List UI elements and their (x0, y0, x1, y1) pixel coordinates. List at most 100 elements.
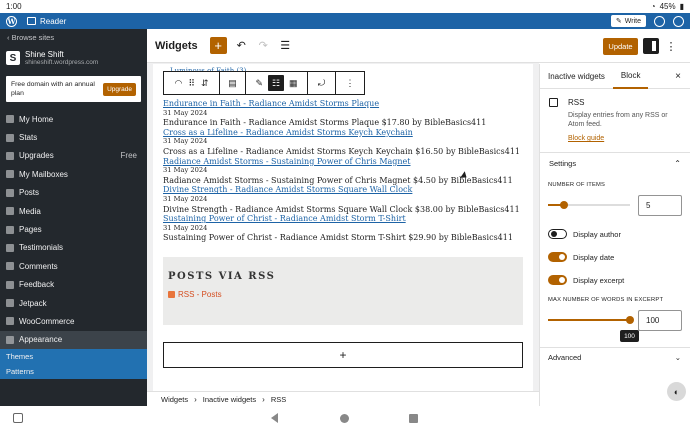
rss-item-link[interactable]: Endurance in Faith - Radiance Amidst Sto… (163, 99, 523, 109)
sidebar-item-upgrades[interactable]: Upgrades Free (0, 147, 147, 165)
testimonials-icon (6, 243, 14, 252)
slider-thumb[interactable] (626, 316, 634, 324)
sidebar-item-woocommerce[interactable]: WooCommerce (0, 312, 147, 330)
add-block-button[interactable]: + (209, 37, 227, 54)
advanced-section-toggle[interactable]: Advanced ⌄ (539, 347, 690, 367)
sidebar-subitem-themes[interactable]: Themes (0, 349, 147, 365)
list-view-icon[interactable]: ☰ (278, 38, 293, 53)
list-item: Cross as a Lifeline - Radiance Amidst St… (163, 128, 523, 157)
site-url: shineshift.wordpress.com (25, 59, 99, 66)
rss-item-link[interactable]: Cross as a Lifeline - Radiance Amidst St… (163, 128, 523, 138)
media-icon (6, 207, 14, 216)
sidebar-item-testimonials[interactable]: Testimonials (0, 239, 147, 257)
rss-icon (549, 98, 558, 107)
tab-block[interactable]: Block (612, 64, 649, 89)
drag-handle-icon[interactable]: ⠿ (188, 78, 195, 89)
notifications-icon[interactable] (673, 15, 684, 27)
rss-item-date: 31 May 2024 (163, 108, 208, 117)
block-type-group: ◠ ⠿ ⇵ (164, 72, 220, 94)
settings-section-toggle[interactable]: Settings ⌃ (540, 153, 690, 173)
rss-item-link[interactable]: Divine Strength - Radiance Amidst Storms… (163, 185, 523, 195)
max-words-input[interactable]: 100 (638, 310, 682, 331)
edit-url-icon[interactable]: ✎ (255, 78, 263, 89)
block-description: Display entries from any RSS or Atom fee… (568, 112, 668, 128)
browse-sites-link[interactable]: ‹ Browse sites (0, 29, 147, 46)
sidebar-item-media[interactable]: Media (0, 202, 147, 220)
number-of-items-slider[interactable] (548, 201, 630, 209)
max-words-label: Max number of words in excerpt (548, 297, 664, 303)
display-date-toggle[interactable] (548, 252, 567, 262)
sidebar-item-stats[interactable]: Stats (0, 128, 147, 146)
more-options-icon[interactable]: ⋮ (663, 38, 679, 54)
rss-item-link[interactable]: Sustaining Power of Christ - Radiance Am… (163, 214, 523, 224)
upgrade-promo: Free domain with an annual plan Upgrade (6, 76, 141, 102)
list-item: Endurance in Faith - Radiance Amidst Sto… (163, 99, 523, 128)
undo-icon[interactable]: ↶ (234, 38, 249, 53)
sidebar-item-appearance[interactable]: Appearance (0, 330, 147, 350)
sidebar-item-jetpack[interactable]: Jetpack (0, 294, 147, 312)
sidebar-item-my-mailboxes[interactable]: My Mailboxes (0, 165, 147, 183)
breadcrumb-widgets[interactable]: Widgets (161, 395, 188, 404)
sidebar-subitem-patterns[interactable]: Patterns (0, 364, 147, 380)
clock: 1:00 (6, 2, 22, 11)
app-home-icon[interactable] (13, 413, 23, 423)
tab-inactive-widgets[interactable]: Inactive widgets (540, 64, 613, 89)
stats-icon (6, 133, 14, 142)
posts-via-rss-widget[interactable]: Posts via RSS RSS - Posts (163, 257, 523, 325)
max-words-slider[interactable] (548, 316, 634, 324)
sidebar-item-my-home[interactable]: My Home (0, 110, 147, 128)
feedback-icon (6, 280, 14, 289)
block-options-icon[interactable]: ⋮ (336, 72, 364, 94)
add-block-appender[interactable]: + (163, 342, 523, 368)
breadcrumb-rss[interactable]: RSS (271, 395, 286, 404)
widget-heading: Posts via RSS (168, 271, 276, 282)
brush-icon (6, 335, 14, 344)
sidebar-item-comments[interactable]: Comments (0, 257, 147, 275)
upgrades-icon (6, 151, 14, 160)
battery-icon: ▮ (679, 2, 684, 11)
close-icon[interactable]: × (675, 71, 681, 82)
profile-icon[interactable] (654, 15, 665, 27)
grid-view-icon[interactable]: ▦ (289, 78, 298, 89)
align-icon[interactable]: ▤ (220, 72, 246, 94)
rss-item-link[interactable]: Radiance Amidst Storms - Sustaining Powe… (163, 157, 523, 167)
number-of-items-input[interactable]: 5 (638, 195, 682, 216)
list-view-toggle-icon[interactable]: ☷ (268, 75, 285, 91)
breadcrumb-inactive-widgets[interactable]: Inactive widgets (203, 395, 256, 404)
rss-posts-label: RSS - Posts (178, 290, 222, 299)
settings-label: Settings (549, 158, 577, 168)
toggle-knob (559, 254, 565, 260)
block-guide-link[interactable]: Block guide (568, 135, 680, 142)
display-excerpt-toggle[interactable] (548, 275, 567, 285)
block-card: RSS Display entries from any RSS or Atom… (540, 89, 690, 153)
display-author-toggle[interactable] (548, 229, 567, 239)
sidebar-item-label: Appearance (19, 335, 63, 345)
upgrade-button[interactable]: Upgrade (103, 82, 136, 96)
home-icon[interactable] (340, 414, 349, 423)
transform-icon[interactable]: ⤾ (308, 72, 336, 94)
sidebar-item-pages[interactable]: Pages (0, 220, 147, 238)
edit-group: ✎ ☷ ▦ (246, 72, 308, 94)
settings-panel-toggle-icon[interactable] (643, 38, 659, 54)
floating-helper-icon[interactable]: ◐ (667, 382, 686, 401)
reader-link[interactable]: Reader (27, 17, 66, 26)
recents-icon[interactable] (409, 414, 418, 423)
pages-icon (6, 225, 14, 234)
android-nav-bar (0, 406, 690, 431)
sidebar-item-feedback[interactable]: Feedback (0, 276, 147, 294)
update-button[interactable]: Update (603, 38, 638, 55)
rss-item-excerpt: Cross as a Lifeline - Radiance Amidst St… (163, 146, 521, 156)
list-item: Divine Strength - Radiance Amidst Storms… (163, 185, 523, 214)
free-badge: Free (120, 151, 137, 161)
sidebar-item-posts[interactable]: Posts (0, 184, 147, 202)
rss-posts-link[interactable]: RSS - Posts (168, 290, 518, 299)
rss-item-date: 31 May 2024 (163, 137, 208, 146)
back-icon[interactable] (271, 413, 278, 423)
move-up-down-icon[interactable]: ⇵ (201, 78, 209, 89)
rss-icon[interactable]: ◠ (175, 78, 183, 89)
wordpress-logo-icon[interactable]: W (6, 15, 17, 27)
site-switcher[interactable]: S Shine Shift shineshift.wordpress.com (0, 46, 147, 70)
write-button[interactable]: ✎ Write (610, 15, 646, 27)
redo-icon[interactable]: ↷ (256, 38, 271, 53)
breadcrumb: Widgets › Inactive widgets › RSS (147, 391, 539, 406)
